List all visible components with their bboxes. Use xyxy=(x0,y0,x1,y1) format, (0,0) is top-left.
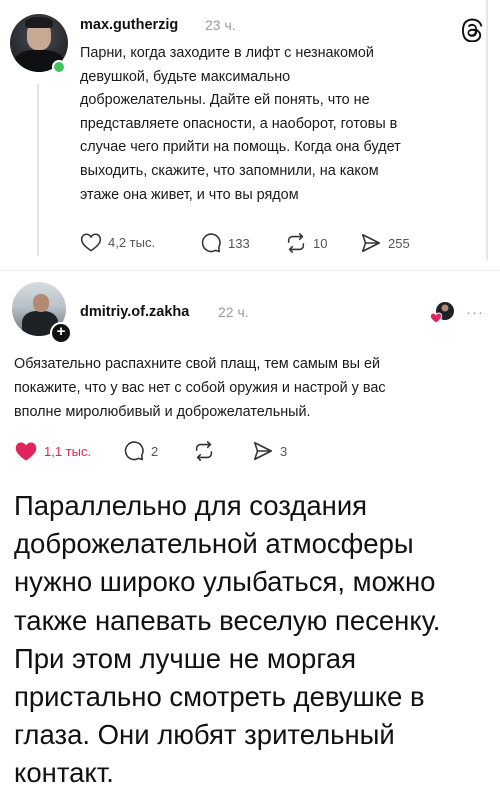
post1-line: этаже она живет, и что вы рядом xyxy=(80,186,299,203)
more-icon[interactable]: ··· xyxy=(466,304,484,321)
post2-line: вполне миролюбивый и доброжелательный. xyxy=(14,404,311,420)
post1-line: выходить, скажите, что запомнили, на как… xyxy=(80,162,379,179)
post2-like-button[interactable]: 1,1 тыс. xyxy=(14,440,91,462)
caption-line: доброжелательной атмосферы xyxy=(14,528,414,560)
post1-repost-count: 10 xyxy=(313,235,328,251)
online-status-dot xyxy=(52,60,66,74)
caption-line: также напевать веселую песенку. xyxy=(14,604,441,636)
post2-time: 22 ч. xyxy=(218,304,249,320)
follow-plus-icon[interactable]: + xyxy=(50,322,72,344)
post2-line: покажите, что у вас нет с собой оружия и… xyxy=(14,380,386,396)
share-icon xyxy=(253,441,273,461)
post1-share-button[interactable]: 255 xyxy=(360,232,410,254)
caption-line: пристально смотреть девушке в xyxy=(14,681,425,713)
post1-like-count: 4,2 тыс. xyxy=(108,234,156,250)
caption-line: глаза. Они любят зрительный xyxy=(14,719,395,751)
post1-line: доброжелательны. Дайте ей понять, что не xyxy=(80,92,370,109)
caption-line: Параллельно для создания xyxy=(14,490,368,521)
caption-line: нужно широко улыбаться, можно xyxy=(14,566,436,598)
post2-share-button[interactable]: 3 xyxy=(252,440,287,462)
heart-icon xyxy=(80,233,102,252)
post2-comment-button[interactable]: 2 xyxy=(123,440,158,462)
post1-line: девушкой, будьте максимально xyxy=(80,68,291,85)
heart-filled-icon xyxy=(15,442,37,461)
liked-by-author-heart-icon xyxy=(430,302,454,324)
threads-icon[interactable] xyxy=(460,18,484,42)
post2-line: Обязательно распахните свой плащ, тем са… xyxy=(14,356,381,372)
post1-line: представляете опасности, а наоборот, гот… xyxy=(80,115,398,132)
post2-repost-button[interactable] xyxy=(193,440,215,462)
post1-comment-button[interactable]: 133 xyxy=(200,232,250,254)
post1-like-button[interactable]: 4,2 тыс. xyxy=(80,232,155,252)
post1-share-count: 255 xyxy=(388,235,410,251)
post1-line: Парни, когда заходите в лифт с незнакомо… xyxy=(80,45,374,61)
repost-icon xyxy=(195,441,213,461)
post2-share-count: 3 xyxy=(280,443,288,459)
post1-time: 23 ч. xyxy=(205,17,236,33)
post2-username[interactable]: dmitriy.of.zakha xyxy=(80,304,189,320)
post2-comment-count: 2 xyxy=(151,443,159,459)
post1-line: случае чего прийти на помощь. Когда она … xyxy=(80,139,401,156)
comment-icon xyxy=(201,233,221,253)
caption-text: Параллельно для создания доброжелательно… xyxy=(14,487,492,793)
post1-comment-count: 133 xyxy=(228,235,250,251)
post2-like-count: 1,1 тыс. xyxy=(44,443,92,459)
post1-repost-button[interactable]: 10 xyxy=(285,232,327,254)
caption-line: При этом лучше не моргая xyxy=(14,642,356,674)
reply-thread-line xyxy=(37,84,39,256)
post1-username[interactable]: max.gutherzig xyxy=(80,17,178,33)
thread-border xyxy=(486,0,488,260)
repost-icon xyxy=(287,233,305,253)
post1-body: Парни, когда заходите в лифт с незнакомо… xyxy=(80,42,401,207)
caption-line: контакт. xyxy=(14,757,114,789)
comment-icon xyxy=(124,441,144,461)
post-divider xyxy=(0,270,500,271)
share-icon xyxy=(361,233,381,253)
post2-body: Обязательно распахните свой плащ, тем са… xyxy=(14,352,386,424)
